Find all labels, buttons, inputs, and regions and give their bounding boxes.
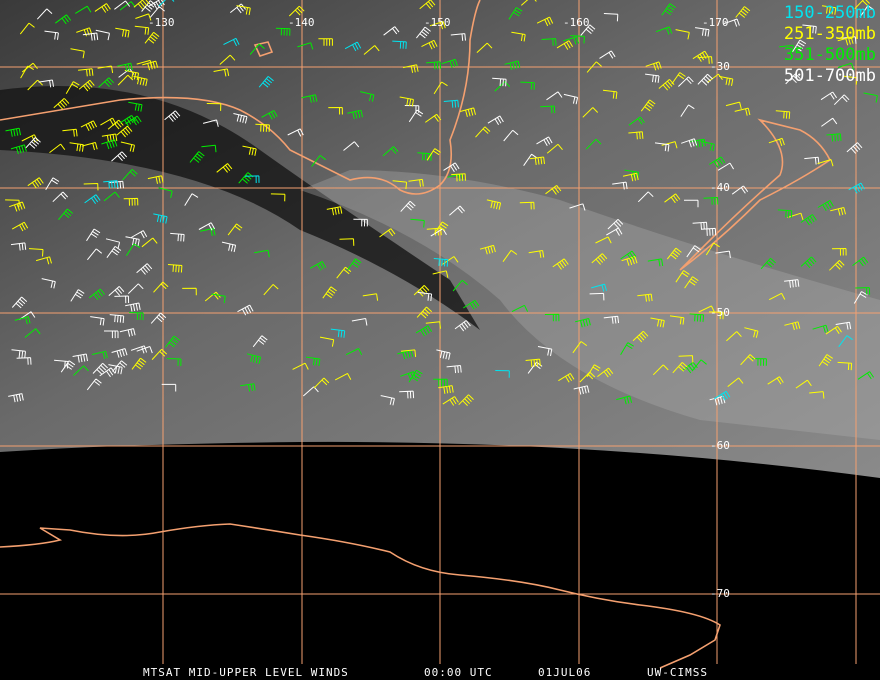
- lon-label-170: -170: [702, 16, 729, 29]
- legend-351-500: 351-500mb: [783, 45, 876, 65]
- lon-label-160: -160: [563, 16, 590, 29]
- legend-501-700: 501-700mb: [783, 66, 876, 86]
- legend-251-350: 251-350mb: [783, 24, 876, 44]
- lon-label-140: -140: [288, 16, 315, 29]
- caption-time: 00:00 UTC: [424, 666, 493, 679]
- legend-150-250: 150-250mb: [783, 3, 876, 23]
- lat-label-70: -70: [710, 587, 730, 600]
- lat-label-40: -40: [710, 181, 730, 194]
- map-canvas: [0, 0, 880, 669]
- caption-title: MTSAT MID-UPPER LEVEL WINDS: [143, 666, 349, 679]
- lon-label-150: -150: [424, 16, 451, 29]
- lon-label-130: -130: [148, 16, 175, 29]
- caption-date: 01JUL06: [538, 666, 592, 679]
- pressure-legend: 150-250mb 251-350mb 351-500mb 501-700mb: [784, 3, 876, 87]
- lat-label-60: -60: [710, 439, 730, 452]
- coastline-antarctica: [0, 523, 721, 669]
- caption-source: UW-CIMSS: [647, 666, 708, 679]
- satellite-wind-map: 150-250mb 251-350mb 351-500mb 501-700mb …: [0, 0, 880, 680]
- lat-label-30: -30: [710, 60, 730, 73]
- lat-label-50: -50: [710, 306, 730, 319]
